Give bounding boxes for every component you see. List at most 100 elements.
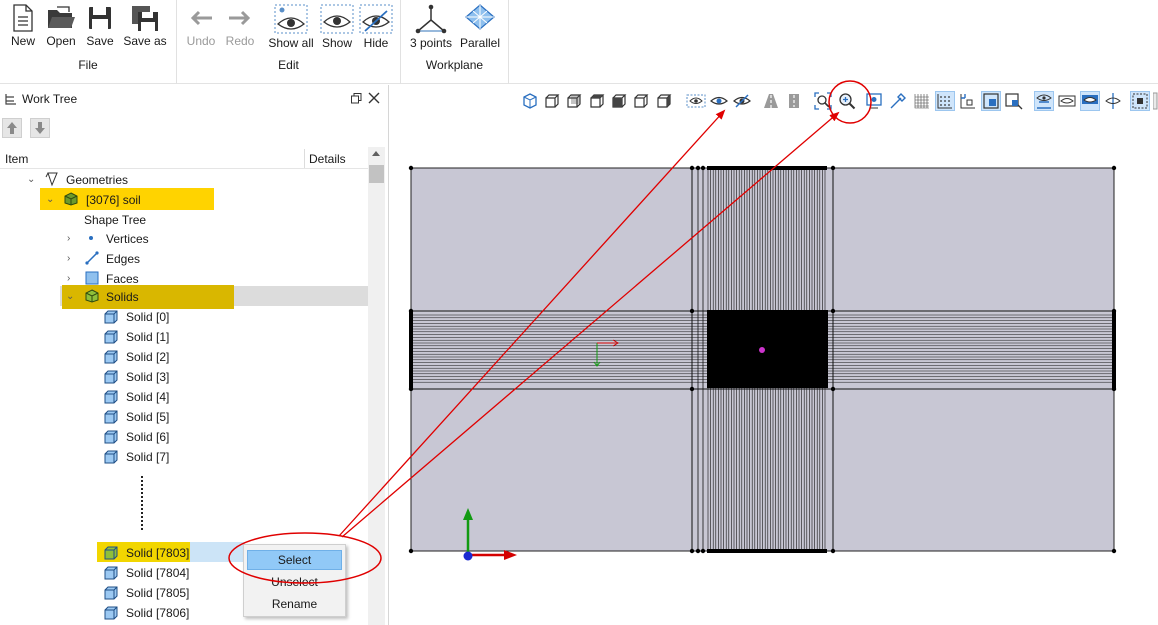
layer-select-button[interactable] bbox=[1130, 91, 1150, 111]
move-down-button[interactable] bbox=[30, 118, 50, 138]
tree-row-solids[interactable]: ⌄ Solids bbox=[0, 287, 368, 307]
tree-row-faces[interactable]: › Faces bbox=[0, 269, 368, 289]
vertex-icon bbox=[89, 236, 93, 240]
measure-button[interactable] bbox=[888, 91, 908, 111]
snap-grid-button[interactable] bbox=[935, 91, 955, 111]
faces-label: Faces bbox=[106, 272, 139, 286]
chevron-down-icon[interactable]: ⌄ bbox=[46, 194, 54, 205]
mesh-band-edge bbox=[1112, 310, 1116, 388]
tree-row-solid[interactable]: Solid [0] bbox=[0, 307, 368, 327]
display-settings-button[interactable] bbox=[865, 91, 885, 111]
tree-row-solid[interactable]: Solid [1] bbox=[0, 327, 368, 347]
solid-body-icon bbox=[104, 586, 118, 600]
menu-item-unselect[interactable]: Unselect bbox=[247, 572, 342, 592]
ellipsis-dots bbox=[141, 476, 143, 530]
scroll-thumb[interactable] bbox=[369, 165, 384, 183]
mesh-node bbox=[1111, 386, 1117, 392]
menu-item-rename[interactable]: Rename bbox=[247, 594, 342, 614]
clip-button[interactable] bbox=[1103, 91, 1123, 111]
center-point[interactable] bbox=[759, 347, 765, 353]
tree-row-soil[interactable]: ⌄ [3076] soil bbox=[0, 190, 368, 210]
hide-button-small[interactable] bbox=[732, 91, 752, 111]
edit-group-label: Edit bbox=[278, 58, 299, 72]
edge-icon bbox=[85, 251, 99, 265]
solid-label: Solid [6] bbox=[126, 430, 170, 444]
tree-row-solid[interactable]: Solid [5] bbox=[0, 407, 368, 427]
tree-row-edges[interactable]: › Edges bbox=[0, 249, 368, 269]
road-view-button[interactable] bbox=[761, 91, 781, 111]
grid-button[interactable] bbox=[912, 91, 932, 111]
box-select-button[interactable] bbox=[981, 91, 1001, 111]
cube-back-icon bbox=[567, 94, 582, 108]
cross-select-button[interactable] bbox=[1004, 91, 1024, 111]
tree-row-vertices[interactable]: › Vertices bbox=[0, 229, 368, 249]
save-button[interactable]: Save bbox=[77, 2, 123, 54]
scroll-up-arrow[interactable] bbox=[372, 151, 380, 156]
back-view-button[interactable] bbox=[564, 91, 584, 111]
tree-row-solid[interactable]: Solid [6] bbox=[0, 427, 368, 447]
file-group: New Open Save Save as File bbox=[0, 0, 177, 84]
mesh-node bbox=[408, 165, 414, 171]
orthographic-button[interactable] bbox=[784, 91, 804, 111]
show-button-small[interactable] bbox=[709, 91, 729, 111]
hide-label: Hide bbox=[363, 36, 389, 50]
mesh-node bbox=[1111, 548, 1117, 554]
chevron-down-icon[interactable]: ⌄ bbox=[27, 174, 35, 185]
column-details[interactable]: Details bbox=[309, 152, 346, 166]
save-as-button[interactable]: Save as bbox=[122, 2, 168, 54]
tree-header: Item Details bbox=[0, 149, 368, 169]
left-view-button[interactable] bbox=[631, 91, 651, 111]
mesh-node bbox=[689, 308, 695, 314]
tree-row-shape-tree[interactable]: Shape Tree bbox=[0, 210, 368, 230]
section-view-button-1[interactable] bbox=[1034, 91, 1054, 111]
show-all-button[interactable]: Show all bbox=[268, 2, 314, 54]
menu-item-select[interactable]: Select bbox=[247, 550, 342, 570]
edges-label: Edges bbox=[106, 252, 141, 266]
show-selection-button[interactable] bbox=[686, 91, 706, 111]
mesh-band-edge bbox=[707, 166, 827, 170]
float-window-icon[interactable] bbox=[351, 93, 362, 104]
chevron-right-icon[interactable]: › bbox=[67, 273, 70, 284]
snap-point-button[interactable] bbox=[958, 91, 978, 111]
chevron-right-icon[interactable]: › bbox=[67, 253, 70, 264]
parallel-plane-icon bbox=[465, 4, 495, 30]
solid-label: Solid [7806] bbox=[126, 606, 190, 620]
chevron-right-icon[interactable]: › bbox=[67, 233, 70, 244]
cube-top-icon bbox=[590, 94, 605, 108]
top-view-button[interactable] bbox=[587, 91, 607, 111]
three-points-button[interactable]: 3 points bbox=[408, 2, 454, 54]
section-view-button-3[interactable] bbox=[1080, 91, 1100, 111]
viewport-3d[interactable] bbox=[390, 116, 1158, 625]
redo-button[interactable]: Redo bbox=[217, 2, 263, 54]
tree-scrollbar[interactable] bbox=[368, 147, 385, 625]
tree-row-solid[interactable]: Solid [7] bbox=[0, 447, 368, 467]
tree-row-solid[interactable]: Solid [2] bbox=[0, 347, 368, 367]
parallel-button[interactable]: Parallel bbox=[457, 2, 503, 54]
eye-icon bbox=[710, 96, 728, 105]
solid-label: Solid [1] bbox=[126, 330, 170, 344]
toolbar-overflow[interactable] bbox=[1152, 91, 1158, 111]
front-view-button[interactable] bbox=[542, 91, 562, 111]
redo-label: Redo bbox=[225, 34, 255, 48]
move-up-button[interactable] bbox=[2, 118, 22, 138]
chevron-down-icon[interactable]: ⌄ bbox=[66, 291, 74, 302]
column-item[interactable]: Item bbox=[5, 152, 28, 166]
fit-selection-button[interactable] bbox=[837, 91, 857, 111]
hide-button[interactable]: Hide bbox=[353, 2, 399, 54]
isometric-view-button[interactable] bbox=[520, 91, 540, 111]
section-view-button-2[interactable] bbox=[1057, 91, 1077, 111]
tree-row-geometries[interactable]: ⌄ Geometries bbox=[0, 170, 368, 190]
column-divider[interactable] bbox=[304, 149, 305, 168]
close-icon[interactable] bbox=[368, 92, 380, 104]
solid-label: Solid [2] bbox=[126, 350, 170, 364]
fit-all-button[interactable] bbox=[813, 91, 833, 111]
bottom-view-button[interactable] bbox=[609, 91, 629, 111]
cube-right-icon bbox=[657, 94, 672, 108]
orthographic-icon bbox=[789, 94, 799, 108]
solid-body-icon bbox=[104, 450, 118, 464]
model-canvas[interactable] bbox=[390, 116, 1158, 625]
tree-row-solid[interactable]: Solid [3] bbox=[0, 367, 368, 387]
tree-row-solid[interactable]: Solid [4] bbox=[0, 387, 368, 407]
cube-view-icon bbox=[523, 93, 537, 109]
right-view-button[interactable] bbox=[654, 91, 674, 111]
